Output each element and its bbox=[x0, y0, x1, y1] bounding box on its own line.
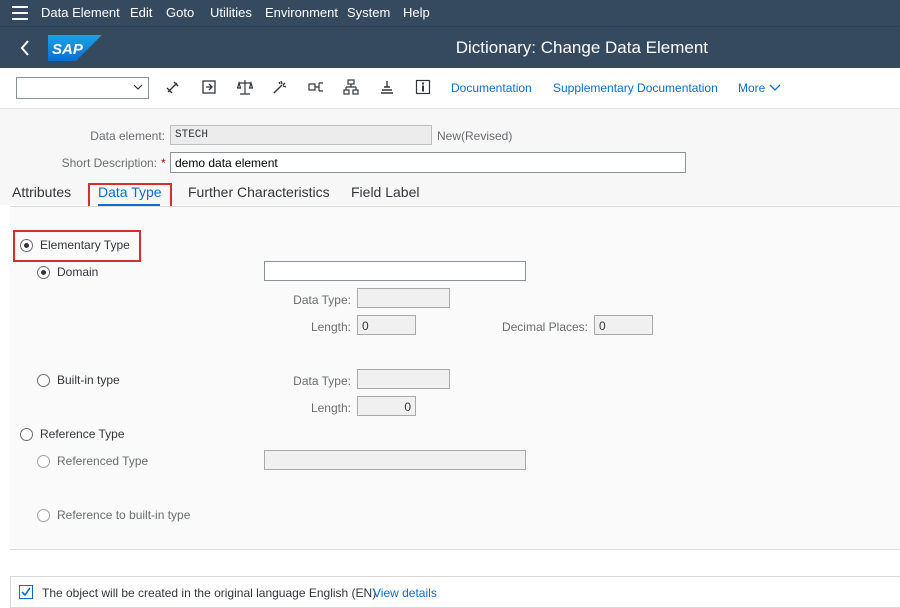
data-element-label: Data element: bbox=[90, 129, 165, 143]
data-element-status: New(Revised) bbox=[437, 129, 513, 143]
reference-builtin-radio bbox=[37, 509, 50, 522]
tab-field-label[interactable]: Field Label bbox=[351, 184, 420, 200]
elementary-type-highlight-box bbox=[13, 230, 141, 262]
application-toolbar: Documentation Supplementary Documentatio… bbox=[0, 68, 900, 109]
builtin-data-type-label: Data Type: bbox=[293, 374, 351, 388]
chevron-down-icon bbox=[769, 84, 781, 91]
referenced-type-field bbox=[264, 450, 526, 470]
referenced-type-radio bbox=[37, 455, 50, 468]
domain-length-label: Length: bbox=[310, 320, 351, 334]
view-details-link[interactable]: View details bbox=[373, 586, 437, 600]
domain-data-type-label: Data Type: bbox=[293, 293, 351, 307]
builtin-type-radio[interactable] bbox=[37, 374, 50, 387]
tab-further-characteristics[interactable]: Further Characteristics bbox=[188, 184, 330, 200]
back-icon[interactable] bbox=[18, 38, 32, 58]
hierarchy-icon[interactable] bbox=[343, 79, 359, 95]
message-bar: The object will be created in the origin… bbox=[10, 576, 900, 608]
chevron-down-icon[interactable] bbox=[132, 81, 144, 93]
documentation-button[interactable]: Documentation bbox=[451, 81, 532, 95]
menu-environment[interactable]: Environment bbox=[265, 5, 338, 20]
hamburger-menu-icon[interactable] bbox=[12, 6, 28, 20]
data-type-panel: Elementary Type Domain Data Type: Length… bbox=[10, 206, 900, 550]
message-text: The object will be created in the origin… bbox=[42, 586, 377, 600]
display-other-icon[interactable] bbox=[165, 79, 181, 95]
where-used-icon[interactable] bbox=[272, 79, 288, 95]
domain-input[interactable] bbox=[264, 261, 526, 281]
domain-data-type-field bbox=[357, 288, 450, 308]
check-icon bbox=[19, 585, 33, 599]
sap-logo-text: SAP bbox=[52, 41, 84, 58]
title-bar: SAP Dictionary: Change Data Element bbox=[0, 26, 900, 69]
reference-type-label: Reference Type bbox=[40, 427, 125, 441]
reference-type-radio[interactable] bbox=[20, 428, 33, 441]
menu-bar: Data Element Edit Goto Utilities Environ… bbox=[0, 0, 900, 26]
short-description-input[interactable]: demo data element bbox=[170, 152, 686, 173]
navigate-icon[interactable] bbox=[308, 79, 324, 95]
activate-icon[interactable] bbox=[201, 79, 217, 95]
builtin-data-type-field bbox=[357, 369, 450, 389]
sap-logo: SAP bbox=[48, 35, 102, 61]
menu-data-element[interactable]: Data Element bbox=[41, 5, 120, 20]
info-icon[interactable] bbox=[415, 79, 431, 95]
short-description-label: Short Description: bbox=[61, 156, 157, 170]
data-element-field: STECH bbox=[170, 125, 432, 145]
domain-label: Domain bbox=[57, 265, 99, 279]
more-label: More bbox=[738, 81, 766, 95]
domain-radio[interactable] bbox=[37, 266, 50, 279]
required-mark: * bbox=[161, 156, 166, 170]
menu-edit[interactable]: Edit bbox=[130, 5, 152, 20]
referenced-type-label: Referenced Type bbox=[57, 454, 149, 468]
decimal-places-label: Decimal Places: bbox=[501, 320, 588, 334]
builtin-length-label: Length: bbox=[310, 401, 351, 415]
menu-utilities[interactable]: Utilities bbox=[210, 5, 252, 20]
reference-builtin-label: Reference to built-in type bbox=[57, 508, 191, 522]
decimal-places-field: 0 bbox=[594, 315, 653, 335]
menu-help[interactable]: Help bbox=[403, 5, 430, 20]
menu-system[interactable]: System bbox=[347, 5, 390, 20]
builtin-type-label: Built-in type bbox=[57, 373, 120, 387]
transport-icon[interactable] bbox=[379, 79, 395, 95]
supplementary-documentation-button[interactable]: Supplementary Documentation bbox=[553, 81, 718, 95]
page-title: Dictionary: Change Data Element bbox=[455, 38, 708, 57]
builtin-length-field: 0 bbox=[357, 396, 416, 416]
more-button[interactable]: More bbox=[738, 81, 781, 95]
menu-goto[interactable]: Goto bbox=[166, 5, 194, 20]
command-field[interactable] bbox=[16, 77, 149, 99]
check-icon[interactable] bbox=[237, 79, 253, 95]
tab-attributes[interactable]: Attributes bbox=[12, 184, 71, 200]
domain-length-field: 0 bbox=[357, 315, 416, 335]
